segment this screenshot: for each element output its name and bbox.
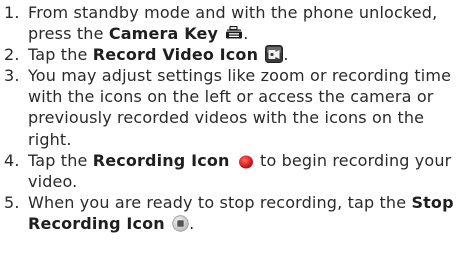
step-number: 1. [4,3,20,22]
recording-icon [237,153,255,169]
record-video-icon [265,45,284,64]
instructions-page: 1. From standby mode and with the phone … [0,0,464,273]
camera-key-icon [225,26,243,42]
steps-list: 1. From standby mode and with the phone … [4,2,464,234]
step-text-end: . [283,45,289,65]
step-text: Tap the [28,150,93,170]
step-bold-term: Camera Key [108,24,219,44]
step-number: 3. [4,66,20,86]
stop-recording-icon [172,215,189,232]
step-text: You may adjust settings like zoom or rec… [28,66,452,149]
step-1: 1. From standby mode and with the phone … [4,2,464,44]
step-2: 2. Tap the Record Video Icon . [4,44,464,65]
step-number: 5. [4,192,20,212]
step-number: 2. [4,45,20,65]
step-3: 3. You may adjust settings like zoom or … [4,65,464,149]
step-text: Tap the [28,45,93,65]
step-4: 4. Tap the Recording Icon to begin recor… [4,150,464,192]
step-bold-term: Record Video Icon [92,45,259,65]
step-text-end: . [243,24,249,44]
step-bold-term: Recording Icon [92,150,230,170]
step-text-end: . [189,213,195,233]
step-5: 5. When you are ready to stop recording,… [4,192,464,234]
step-number: 4. [4,150,20,170]
step-text: When you are ready to stop recording, ta… [28,192,412,212]
